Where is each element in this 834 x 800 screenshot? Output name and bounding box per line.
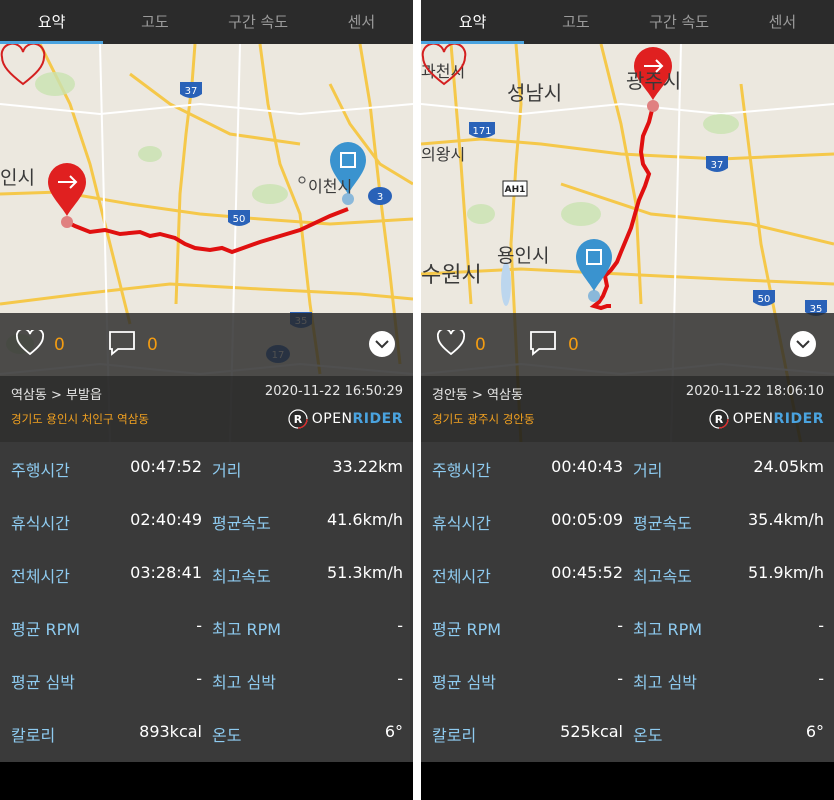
highway-shield-37: 37 [180,82,202,98]
bottom-bar [0,762,413,800]
openrider-logo: R OPEN RIDER [709,409,824,429]
tab-sensor[interactable]: 센서 [310,0,413,44]
tab-summary[interactable]: 요약 [0,0,104,44]
like-count: 0 [54,335,65,355]
tab-bar: 요약 고도 구간 속도 센서 [0,0,413,44]
map-label-gwangju: 광주시 [626,69,681,93]
favorite-heart-icon[interactable] [0,44,46,88]
map-water [501,262,511,306]
stat-row: 평균 RPM - 최고 RPM - [11,616,403,639]
openrider-r-icon: R [709,409,729,429]
stat-row: 칼로리 525kcal 온도 6° [432,722,824,745]
tab-elevation[interactable]: 고도 [524,0,627,44]
ride-info-bar: 경안동 > 역삼동 2020-11-22 18:06:10 경기도 광주시 경안… [421,376,834,442]
svg-text:37: 37 [711,160,724,171]
openrider-logo: R OPEN RIDER [288,409,403,429]
stat-row: 칼로리 893kcal 온도 6° [11,722,403,745]
like-heart-icon[interactable] [437,330,465,356]
stat-row: 주행시간 00:40:43 거리 24.05km [432,457,824,480]
stat-row: 휴식시간 02:40:49 평균속도 41.6km/h [11,510,403,533]
ride-info-bar: 역삼동 > 부발읍 2020-11-22 16:50:29 경기도 용인시 처인… [0,376,413,442]
highway-shield-50: 50 [753,290,775,306]
svg-text:3: 3 [377,192,383,203]
favorite-heart-icon[interactable] [421,44,467,88]
map-label-city: 인시 [0,167,35,189]
stat-row: 평균 RPM - 최고 RPM - [432,616,824,639]
tab-summary[interactable]: 요약 [421,0,525,44]
svg-text:37: 37 [185,86,198,97]
route-title: 경안동 > 역삼동 [432,388,523,403]
chevron-down-icon[interactable] [368,330,396,358]
highway-shield-ah1: AH1 [502,180,528,197]
comment-icon[interactable] [108,330,136,356]
city-dot [298,176,306,184]
route-title: 역삼동 > 부발읍 [11,388,102,403]
start-address: 경기도 용인시 처인구 역삼동 [11,412,149,426]
start-pin-icon [48,163,86,216]
ride-date: 2020-11-22 16:50:29 [264,384,403,399]
stat-row: 전체시간 00:45:52 최고속도 51.9km/h [432,563,824,586]
social-bar: 0 0 [0,313,413,376]
svg-text:50: 50 [233,214,246,225]
panel-divider [413,0,421,800]
tab-bar: 요약 고도 구간 속도 센서 [421,0,834,44]
tab-segment-speed[interactable]: 구간 속도 [628,0,731,44]
end-point [588,290,600,302]
start-point [61,216,73,228]
stat-row: 평균 심박 - 최고 심박 - [11,669,403,692]
openrider-r-icon: R [288,409,308,429]
bottom-bar [421,762,834,800]
chevron-down-icon[interactable] [789,330,817,358]
svg-text:AH1: AH1 [505,185,526,195]
highway-shield-3: 3 [368,187,392,205]
map-greenery [467,114,739,226]
map-label-yongin: 용인시 [497,245,549,267]
start-point [647,100,659,112]
ride-summary-panel-right: 요약 고도 구간 속도 센서 171 AH1 37 50 35 과천시 성남시 … [421,0,834,800]
map-label-suwon: 수원시 [421,263,482,288]
map-label-uiwang: 의왕시 [421,145,465,164]
like-count: 0 [475,335,486,355]
ride-date: 2020-11-22 18:06:10 [685,384,824,399]
like-heart-icon[interactable] [16,330,44,356]
highway-shield-37: 37 [706,156,728,172]
highway-shield-171: 171 [469,122,495,138]
map-label-seongnam: 성남시 [507,81,562,105]
stat-row: 평균 심박 - 최고 심박 - [432,669,824,692]
comment-count: 0 [568,335,579,355]
svg-text:R: R [715,413,724,426]
stat-row: 전체시간 03:28:41 최고속도 51.3km/h [11,563,403,586]
social-bar: 0 0 [421,313,834,376]
comment-count: 0 [147,335,158,355]
tab-segment-speed[interactable]: 구간 속도 [207,0,310,44]
tab-sensor[interactable]: 센서 [731,0,834,44]
stats-table: 주행시간 00:40:43 거리 24.05km 휴식시간 00:05:09 평… [421,442,834,762]
comment-icon[interactable] [529,330,557,356]
stat-row: 주행시간 00:47:52 거리 33.22km [11,457,403,480]
map-label-icheon: 이천시 [308,177,352,196]
svg-text:50: 50 [758,294,771,305]
ride-summary-panel-left: 요약 고도 구간 속도 센서 37 50 3 인시 이천시 0 0 역삼동 > … [0,0,413,800]
highway-shield-50: 50 [228,210,250,226]
start-address: 경기도 광주시 경안동 [432,412,535,426]
tab-elevation[interactable]: 고도 [103,0,206,44]
svg-text:171: 171 [472,126,491,137]
stats-table: 주행시간 00:47:52 거리 33.22km 휴식시간 02:40:49 평… [0,442,413,762]
svg-text:R: R [294,413,303,426]
stat-row: 휴식시간 00:05:09 평균속도 35.4km/h [432,510,824,533]
